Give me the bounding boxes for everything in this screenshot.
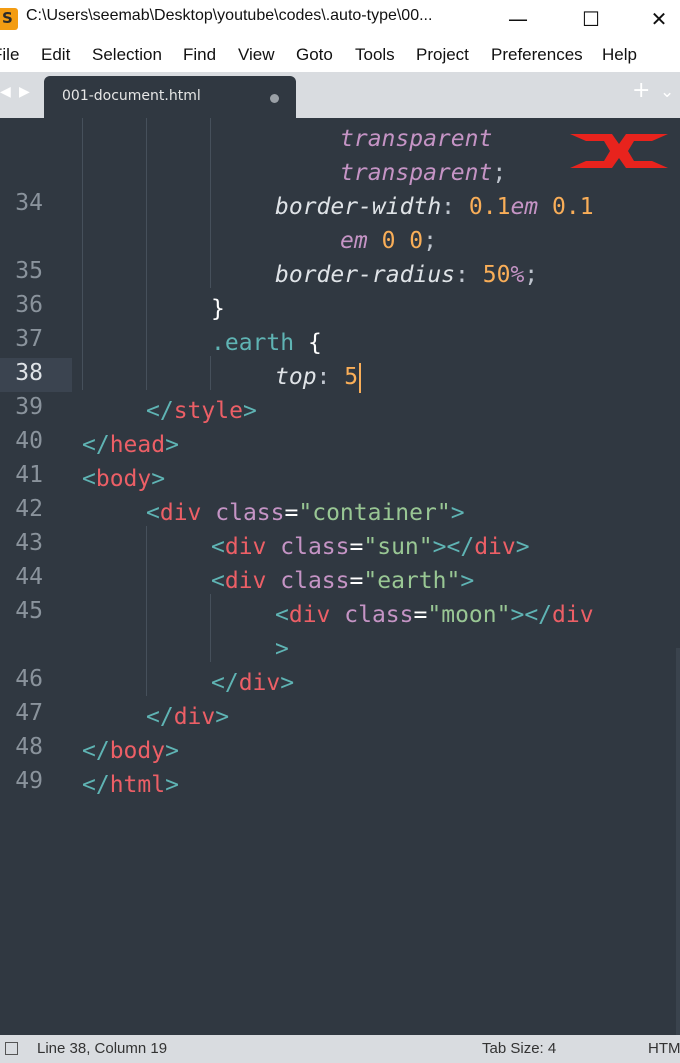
menu-goto[interactable]: Goto: [296, 45, 333, 65]
code-line-active: top: 5: [275, 360, 362, 394]
tab-nav-left-icon[interactable]: ◀: [0, 84, 11, 100]
code-line: </html>: [82, 772, 179, 798]
line-number: 40: [15, 428, 43, 454]
indent-guide: [210, 118, 211, 288]
close-button[interactable]: ✕: [636, 0, 680, 38]
sublime-text-icon: S: [0, 8, 18, 30]
line-number: 34: [15, 190, 43, 216]
tab-active-file[interactable]: 001-document.html: [44, 76, 296, 118]
code-line: }: [211, 296, 225, 322]
menu-selection[interactable]: Selection: [92, 45, 162, 65]
menu-find[interactable]: Find: [183, 45, 216, 65]
code-editor[interactable]: 34 35 36 37 38 39 40 41 42 43 44 45 46 4…: [0, 118, 680, 1035]
code-line: border-width: 0.1em 0.1: [275, 194, 594, 220]
menu-file[interactable]: File: [0, 45, 19, 65]
code-line: </head>: [82, 432, 179, 458]
window-title: C:\Users\seemab\Desktop\youtube\codes\.a…: [26, 7, 433, 24]
line-number: 39: [15, 394, 43, 420]
tab-unsaved-dot-icon[interactable]: [270, 94, 279, 103]
code-line: <div class="moon"></div: [275, 602, 594, 628]
code-line: <div class="earth">: [211, 568, 475, 594]
line-number: 45: [15, 598, 43, 624]
line-number: 48: [15, 734, 43, 760]
line-number: 35: [15, 258, 43, 284]
code-line: </style>: [146, 398, 257, 424]
menu-tools[interactable]: Tools: [355, 45, 395, 65]
minimize-button[interactable]: —: [495, 0, 541, 38]
menu-view[interactable]: View: [238, 45, 275, 65]
status-bar: Line 38, Column 19 Tab Size: 4 HTML: [0, 1035, 680, 1063]
text-caret: [359, 362, 362, 393]
line-number: 49: [15, 768, 43, 794]
tab-bar: ◀ ▶ 001-document.html + ⌄: [0, 72, 680, 118]
line-number: 36: [15, 292, 43, 318]
indent-guide: [210, 356, 211, 390]
line-number: 37: [15, 326, 43, 352]
code-line: <div class="container">: [146, 500, 465, 526]
indent-guide: [146, 526, 147, 696]
code-line: <div class="sun"></div>: [211, 534, 530, 560]
panel-toggle-icon[interactable]: [5, 1042, 18, 1055]
code-line: .earth {: [211, 330, 322, 356]
line-number: 44: [15, 564, 43, 590]
line-number: 42: [15, 496, 43, 522]
indent-guide: [210, 594, 211, 662]
line-number-active: 38: [15, 360, 43, 386]
title-bar: S C:\Users\seemab\Desktop\youtube\codes\…: [0, 0, 680, 38]
menu-help[interactable]: Help: [602, 45, 637, 65]
code-line: </div>: [146, 704, 230, 730]
red-x-logo-icon: [570, 134, 668, 168]
code-line: transparent;: [340, 160, 507, 186]
line-number: 43: [15, 530, 43, 556]
line-number: 47: [15, 700, 43, 726]
line-number: 46: [15, 666, 43, 692]
vertical-scrollbar[interactable]: [676, 648, 680, 1035]
menu-project[interactable]: Project: [416, 45, 469, 65]
menu-edit[interactable]: Edit: [41, 45, 70, 65]
code-line: transparent: [340, 126, 493, 152]
tab-size-indicator[interactable]: Tab Size: 4: [482, 1040, 556, 1057]
code-line: border-radius: 50%;: [275, 262, 539, 288]
code-line: >: [275, 636, 289, 662]
new-tab-plus-icon[interactable]: +: [632, 78, 650, 103]
tab-nav-right-icon[interactable]: ▶: [19, 84, 30, 100]
tab-list-chevron-icon[interactable]: ⌄: [660, 82, 674, 102]
syntax-indicator[interactable]: HTML: [648, 1040, 680, 1057]
indent-guide: [82, 118, 83, 390]
line-number: 41: [15, 462, 43, 488]
indent-guide: [146, 118, 147, 390]
code-line: <body>: [82, 466, 166, 492]
maximize-button[interactable]: ☐: [568, 0, 614, 38]
menu-bar: File Edit Selection Find View Goto Tools…: [0, 38, 680, 72]
code-line: em 0 0;: [340, 228, 437, 254]
cursor-position[interactable]: Line 38, Column 19: [37, 1040, 167, 1057]
code-line: </body>: [82, 738, 179, 764]
menu-preferences[interactable]: Preferences: [491, 45, 583, 65]
code-line: </div>: [211, 670, 295, 696]
tab-label: 001-document.html: [62, 88, 201, 104]
